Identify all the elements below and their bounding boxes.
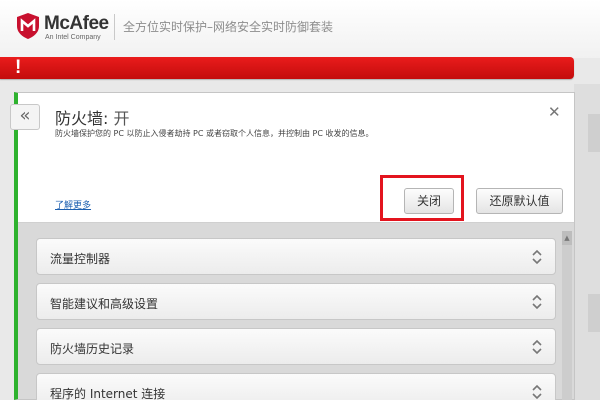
section-traffic-controller[interactable]: 流量控制器	[36, 238, 556, 275]
chevron-up-down-icon	[532, 384, 542, 400]
learn-more-link[interactable]: 了解更多	[55, 198, 91, 211]
section-label: 程序的 Internet 连接	[50, 387, 166, 400]
side-strip-segment	[588, 114, 600, 152]
restore-defaults-button[interactable]: 还原默认值	[476, 188, 563, 214]
section-label: 防火墙历史记录	[50, 342, 135, 356]
scroll-up-icon[interactable]: ▲	[562, 231, 572, 245]
section-label: 智能建议和高级设置	[50, 297, 159, 311]
header-divider	[114, 14, 115, 40]
collapse-button[interactable]: «	[10, 104, 40, 130]
mcafee-shield-icon	[17, 13, 39, 39]
firewall-info-card: « 防火墙: 开 防火墙保护您的 PC 以防止入侵者劫持 PC 或者窃取个人信息…	[10, 93, 574, 223]
product-name: 全方位实时保护–网络安全实时防御套装	[123, 20, 334, 34]
side-strip-segment	[588, 294, 600, 332]
brand-sub: An Intel Company	[45, 34, 101, 41]
double-chevron-left-icon: «	[19, 105, 31, 126]
firewall-title: 防火墙: 开	[55, 105, 130, 129]
firewall-panel: « 防火墙: 开 防火墙保护您的 PC 以防止入侵者劫持 PC 或者窃取个人信息…	[10, 92, 575, 400]
alert-icon: !	[15, 57, 22, 78]
chevron-up-down-icon	[532, 339, 542, 355]
firewall-state: 开	[113, 109, 130, 128]
section-firewall-history[interactable]: 防火墙历史记录	[36, 328, 556, 365]
brand-name: McAfee	[44, 13, 109, 34]
section-label: 流量控制器	[50, 252, 111, 266]
app-header: McAfee An Intel Company 全方位实时保护–网络安全实时防御…	[0, 0, 600, 58]
chevron-up-down-icon	[532, 249, 542, 265]
firewall-title-separator: :	[103, 109, 114, 128]
alert-bar[interactable]: !	[0, 57, 574, 79]
firewall-title-label: 防火墙	[55, 109, 104, 128]
firewall-description: 防火墙保护您的 PC 以防止入侵者劫持 PC 或者窃取个人信息，并控制由 PC …	[55, 129, 374, 138]
section-smart-advice[interactable]: 智能建议和高级设置	[36, 283, 556, 320]
close-icon[interactable]: ✕	[548, 103, 561, 121]
section-program-connections[interactable]: 程序的 Internet 连接	[36, 373, 556, 400]
chevron-up-down-icon	[532, 294, 542, 310]
turn-off-button[interactable]: 关闭	[404, 188, 454, 214]
side-strip	[574, 84, 600, 400]
scrollbar[interactable]	[562, 231, 572, 400]
